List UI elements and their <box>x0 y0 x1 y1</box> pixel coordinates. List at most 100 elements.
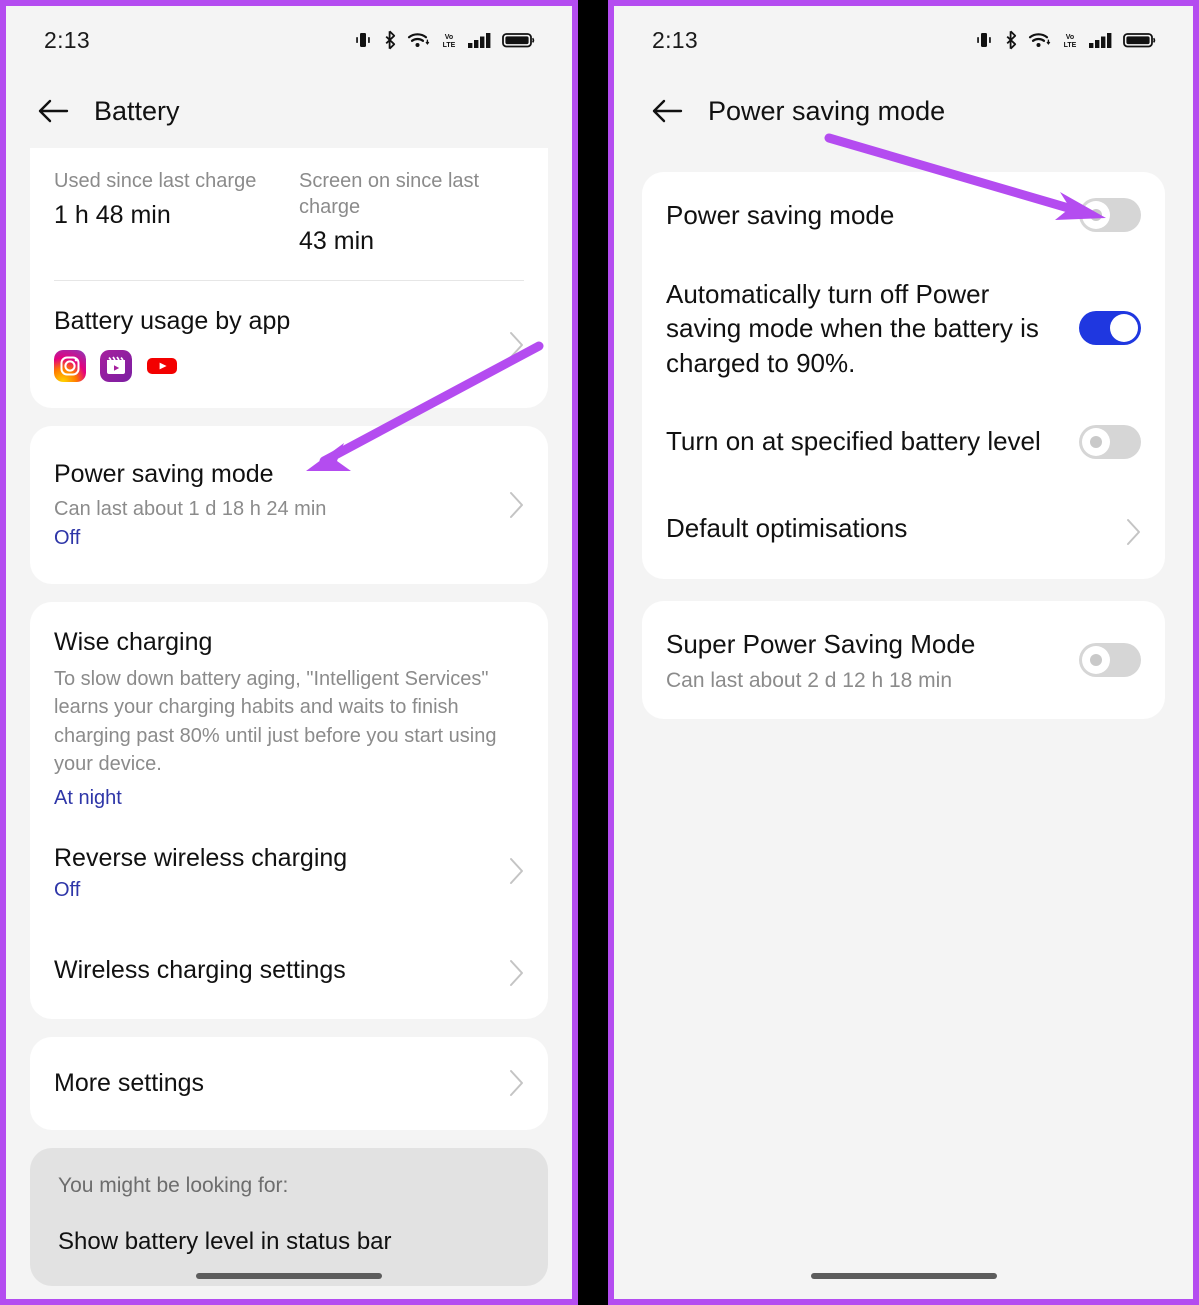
row-turn-on-at-level[interactable]: Turn on at specified battery level <box>642 398 1165 485</box>
row-title: More settings <box>54 1068 205 1097</box>
toggle-knob <box>1082 646 1110 675</box>
phone-screen-power-saving: 2:13 Vo LTE Power saving mode Power savi… <box>608 0 1199 1305</box>
row-title: Turn on at specified battery level <box>666 426 1041 457</box>
row-more-settings[interactable]: More settings <box>30 1037 548 1130</box>
page-title: Power saving mode <box>708 95 946 126</box>
chevron-right-icon <box>510 960 523 987</box>
row-title: Super Power Saving Mode <box>666 629 976 660</box>
row-state: Off <box>54 527 81 549</box>
svg-text:LTE: LTE <box>1064 42 1077 49</box>
back-arrow-icon[interactable] <box>650 96 684 126</box>
section-wise-charging: Wise charging To slow down battery aging… <box>30 602 548 814</box>
row-title: Wireless charging settings <box>54 955 346 984</box>
row-power-saving-mode[interactable]: Power saving mode <box>642 172 1165 259</box>
row-power-saving-mode[interactable]: Power saving mode Can last about 1 d 18 … <box>30 426 548 584</box>
svg-text:LTE: LTE <box>443 42 456 49</box>
chevron-right-icon <box>510 1070 523 1097</box>
wise-charging-state[interactable]: At night <box>54 787 524 810</box>
stat-label: Used since last charge <box>54 170 257 192</box>
back-arrow-icon[interactable] <box>36 96 70 126</box>
screenshot-stage: 2:13 Vo LTE Battery Used since last char… <box>0 0 1199 1305</box>
row-state: Off <box>54 878 81 901</box>
status-bar: 2:13 Vo LTE <box>614 6 1193 74</box>
row-label: Default optimisations <box>666 511 1107 546</box>
svg-text:Vo: Vo <box>1066 34 1074 41</box>
phone-screen-battery: 2:13 Vo LTE Battery Used since last char… <box>0 0 578 1305</box>
row-auto-turn-off[interactable]: Automatically turn off Power saving mode… <box>642 259 1165 399</box>
status-bar: 2:13 Vo LTE <box>6 6 572 74</box>
row-wireless-charging-settings[interactable]: Wireless charging settings <box>30 928 548 1019</box>
vibrate-icon <box>356 33 370 47</box>
battery-settings-list: Used since last charge 1 h 48 min Screen… <box>6 148 572 1286</box>
row-default-optimisations[interactable]: Default optimisations <box>642 485 1165 580</box>
row-battery-usage-by-app[interactable]: Battery usage by app <box>30 281 548 408</box>
row-title: Reverse wireless charging <box>54 843 348 872</box>
youtube-icon <box>147 358 177 374</box>
home-indicator[interactable] <box>810 1273 997 1279</box>
app-bar-power-saving: Power saving mode <box>614 74 1193 148</box>
more-settings-card: More settings <box>30 1036 548 1130</box>
status-bar-icons: Vo LTE <box>974 30 1157 50</box>
turn-on-at-level-toggle[interactable] <box>1079 424 1141 459</box>
stat-screen-on-since-last-charge: Screen on since last charge 43 min <box>279 168 524 256</box>
battery-icon <box>1123 33 1156 48</box>
row-label: Super Power Saving Mode Can last about 2… <box>666 627 1061 693</box>
row-label: Power saving mode <box>666 198 1061 233</box>
chevron-right-icon <box>1127 519 1140 546</box>
power-saving-mode-toggle[interactable] <box>1079 198 1141 233</box>
toggle-knob <box>1082 427 1110 456</box>
status-bar-icons: Vo LTE <box>353 30 536 50</box>
suggestion-label: You might be looking for: <box>58 1173 289 1197</box>
cellular-signal-icon <box>1089 33 1112 48</box>
section-title: Wise charging <box>54 628 213 656</box>
svg-text:Vo: Vo <box>445 34 453 41</box>
app-icon-list <box>54 350 488 382</box>
power-saving-options-card: Power saving mode Automatically turn off… <box>642 172 1165 580</box>
status-bar-clock: 2:13 <box>44 26 90 53</box>
wise-charging-card: Wise charging To slow down battery aging… <box>30 602 548 1019</box>
bluetooth-icon <box>1006 30 1017 50</box>
power-saving-mode-card: Power saving mode Can last about 1 d 18 … <box>30 426 548 584</box>
row-label: Turn on at specified battery level <box>666 424 1061 459</box>
toggle-knob <box>1082 201 1110 230</box>
wifi-icon <box>407 33 430 47</box>
stat-value: 43 min <box>299 227 375 255</box>
chevron-right-icon <box>510 492 523 518</box>
row-subtitle: Can last about 1 d 18 h 24 min <box>54 498 327 520</box>
row-reverse-wireless-charging[interactable]: Reverse wireless charging Off <box>30 814 548 928</box>
row-title: Battery usage by app <box>54 307 291 335</box>
chevron-right-icon <box>510 857 523 884</box>
clips-icon <box>100 350 132 382</box>
chevron-right-icon <box>510 331 523 358</box>
battery-stats: Used since last charge 1 h 48 min Screen… <box>30 148 548 256</box>
volte-icon: Vo LTE <box>1064 34 1077 49</box>
page-title: Battery <box>94 95 180 126</box>
super-power-saving-toggle[interactable] <box>1079 643 1141 678</box>
suggestion-item[interactable]: Show battery level in status bar <box>58 1228 520 1256</box>
instagram-icon <box>54 350 86 382</box>
row-subtitle: Can last about 2 d 12 h 18 min <box>666 669 953 693</box>
power-saving-settings-list: Power saving mode Automatically turn off… <box>614 148 1193 720</box>
volte-icon: Vo LTE <box>443 34 456 49</box>
cellular-signal-icon <box>468 33 491 48</box>
stat-label: Screen on since last charge <box>299 170 480 218</box>
auto-turn-off-toggle[interactable] <box>1079 311 1141 346</box>
stat-used-since-last-charge: Used since last charge 1 h 48 min <box>54 168 279 256</box>
stat-value: 1 h 48 min <box>54 201 171 229</box>
home-indicator[interactable] <box>196 1273 382 1279</box>
status-bar-clock: 2:13 <box>652 26 698 53</box>
suggestion-card: You might be looking for: Show battery l… <box>30 1147 548 1286</box>
battery-icon <box>502 33 535 48</box>
bluetooth-icon <box>385 30 396 50</box>
row-title: Automatically turn off Power saving mode… <box>666 278 1039 378</box>
wifi-icon <box>1028 33 1051 47</box>
super-power-saving-card: Super Power Saving Mode Can last about 2… <box>642 601 1165 720</box>
row-title: Default optimisations <box>666 512 908 543</box>
row-super-power-saving-mode[interactable]: Super Power Saving Mode Can last about 2… <box>642 601 1165 719</box>
toggle-knob <box>1110 314 1138 343</box>
row-title: Power saving mode <box>666 200 895 230</box>
app-bar-battery: Battery <box>6 74 572 148</box>
vibrate-icon <box>977 33 991 47</box>
row-label: Automatically turn off Power saving mode… <box>666 277 1061 381</box>
battery-stats-card: Used since last charge 1 h 48 min Screen… <box>30 148 548 408</box>
